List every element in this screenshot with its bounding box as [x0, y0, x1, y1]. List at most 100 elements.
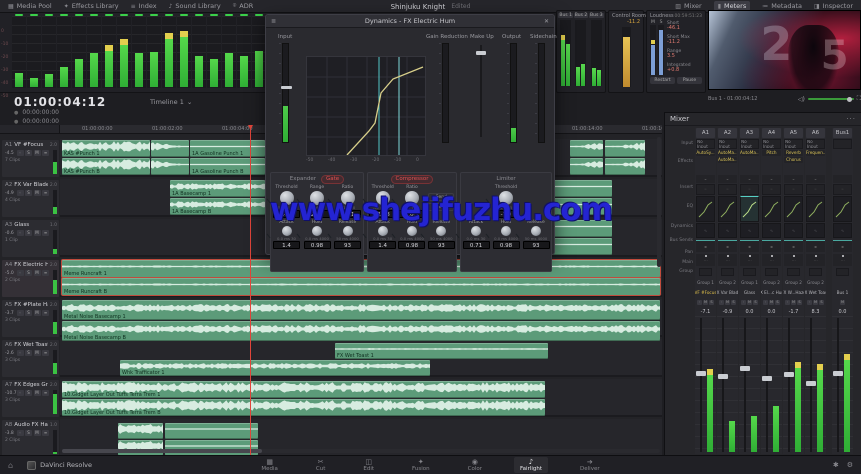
close-icon[interactable]: ✕ [544, 18, 549, 25]
track-header-a3[interactable]: A3Glass1.0-0.6◦SM≡1 Clip [2, 220, 59, 257]
timeline-clip[interactable]: Whk Trafficator 1 [120, 360, 430, 376]
solo-button[interactable]: S [819, 300, 824, 305]
pan-control[interactable]: ⋯ [740, 254, 759, 266]
timeline-clip[interactable]: 10.Gidget Layer Out Tuffs Terra Trem 1 [62, 381, 545, 398]
fader-handle[interactable] [762, 376, 772, 381]
timeline-clip[interactable] [553, 238, 612, 255]
record-arm-button[interactable]: ◦ [807, 300, 812, 305]
record-arm-button[interactable]: ◦ [719, 300, 724, 305]
solo-button[interactable]: S [25, 310, 32, 316]
record-arm-button[interactable]: ◦ [17, 230, 24, 236]
automation-button[interactable]: ≡ [42, 350, 49, 356]
timeline-clip[interactable] [570, 140, 603, 157]
dialog-titlebar[interactable]: ≣ Dynamics - FX Electric Hum ✕ [266, 15, 554, 28]
fader-track[interactable] [744, 318, 746, 452]
page-tab-deliver[interactable]: ➔Deliver [574, 457, 606, 473]
dynamics-thumbnail[interactable]: ∿ [696, 223, 715, 238]
mute-button[interactable]: M [725, 300, 730, 305]
strip-ins[interactable]: ◦ [740, 184, 759, 195]
timeline-clip[interactable] [165, 423, 258, 439]
automation-button[interactable]: ≡ [42, 390, 49, 396]
expand-icon[interactable]: ⛶ [857, 95, 861, 103]
pan-control[interactable]: ⋯ [784, 254, 803, 266]
fader-handle[interactable] [833, 371, 843, 376]
mute-button[interactable]: M [34, 270, 41, 276]
topbar-button-adr[interactable]: ⌾ADR [233, 2, 254, 10]
main-assign[interactable] [765, 268, 778, 276]
restart-button[interactable]: Restart [650, 77, 675, 84]
pan-control[interactable]: ⋯ [833, 254, 852, 266]
topbar-button-media-pool[interactable]: ▦Media Pool [8, 2, 52, 10]
record-arm-button[interactable]: ◦ [741, 300, 746, 305]
effect-slot[interactable]: AutoMa... [718, 157, 737, 163]
pan-control[interactable]: ⋯ [696, 254, 715, 266]
strip-input[interactable]: No Input [762, 139, 781, 149]
record-arm-button[interactable]: ◦ [785, 300, 790, 305]
timeline-clip[interactable]: Metal Noise Basecamp 1 [62, 300, 660, 320]
knob-value[interactable]: 0.71 [463, 241, 490, 249]
topbar-button-metadata[interactable]: ≔Metadata [762, 2, 802, 10]
knob-value[interactable]: 93 [334, 241, 361, 249]
mute-button[interactable]: M [769, 300, 774, 305]
solo-button[interactable]: S [25, 350, 32, 356]
automation-button[interactable]: ≡ [42, 430, 49, 436]
strip-input[interactable]: No Input [696, 139, 715, 149]
timeline-clip[interactable]: KAS #Punch B [62, 158, 150, 175]
automation-button[interactable]: ≡ [42, 190, 49, 196]
fader-track[interactable] [788, 318, 790, 452]
solo-button[interactable]: S [25, 430, 32, 436]
mute-button[interactable]: M [34, 310, 41, 316]
meter-handle[interactable] [281, 86, 292, 89]
solo-button[interactable]: S [731, 300, 736, 305]
mute-button[interactable]: M [747, 300, 752, 305]
page-tab-edit[interactable]: ◫Edit [357, 457, 380, 473]
fader-track[interactable] [700, 318, 702, 452]
page-tab-fairlight[interactable]: ♪Fairlight [514, 457, 548, 473]
track-header-a5[interactable]: A5FX #Plate Haze2.0-3.7◦SM≡3 Clips [2, 300, 59, 337]
strip-ins[interactable]: ◦ [696, 184, 715, 195]
bus-send-slot[interactable]: ▪ [696, 240, 715, 252]
solo-button[interactable]: S [25, 230, 32, 236]
strip-input[interactable]: No Input [740, 139, 759, 149]
topbar-button-effects-library[interactable]: ✦Effects Library [64, 2, 119, 10]
effect-slot[interactable]: AutoMa... [718, 150, 737, 156]
strip-caret[interactable]: ⌄ [762, 175, 781, 183]
eq-thumbnail[interactable] [718, 196, 737, 222]
main-assign[interactable] [743, 268, 756, 276]
record-arm-button[interactable]: ◦ [17, 350, 24, 356]
main-assign[interactable] [809, 268, 822, 276]
timeline-clip[interactable] [151, 158, 189, 175]
mute-button[interactable]: M [34, 190, 41, 196]
bus-send-slot[interactable]: ▪ [740, 240, 759, 252]
effect-slot[interactable]: AutoMa... [740, 150, 759, 156]
bus-send-slot[interactable]: ▪ [718, 240, 737, 252]
mute-button[interactable]: M [813, 300, 818, 305]
timeline-clip[interactable]: FX Wet Toast 1 [335, 343, 548, 359]
bus-label[interactable]: Bus 1 [558, 13, 573, 18]
strip-caret[interactable]: ⌄ [740, 175, 759, 183]
strip-ins[interactable]: ◦ [784, 184, 803, 195]
topbar-button-sound-library[interactable]: ♪Sound Library [169, 2, 221, 10]
timeline-clip[interactable]: Metal Noise Basecamp B [62, 321, 660, 341]
eq-thumbnail[interactable] [740, 196, 759, 222]
main-assign[interactable] [787, 268, 800, 276]
fader-handle[interactable] [784, 372, 794, 377]
strip-ins[interactable]: ◦ [718, 184, 737, 195]
eq-thumbnail[interactable] [762, 196, 781, 222]
bus-send-slot[interactable]: ▪ [784, 240, 803, 252]
mixer-options-icon[interactable]: ··· [846, 115, 856, 123]
solo-button[interactable]: S [797, 300, 802, 305]
bus-send-slot[interactable]: ▪ [833, 240, 852, 252]
mute-button[interactable]: M [34, 230, 41, 236]
strip-input[interactable]: No Input [718, 139, 737, 149]
effect-slot[interactable]: Chorus [784, 157, 803, 163]
record-arm-button[interactable]: ◦ [697, 300, 702, 305]
timeline-clip[interactable] [151, 140, 189, 157]
bus-label[interactable]: Bus 3 [589, 13, 604, 18]
strip-input[interactable]: No Input [784, 139, 803, 149]
pan-control[interactable]: ⋯ [718, 254, 737, 266]
knob-value[interactable]: 1.4 [369, 241, 396, 249]
timeline-clip[interactable] [605, 140, 645, 157]
fader-handle[interactable] [806, 381, 816, 386]
bus-label[interactable]: Bus 2 [574, 13, 589, 18]
